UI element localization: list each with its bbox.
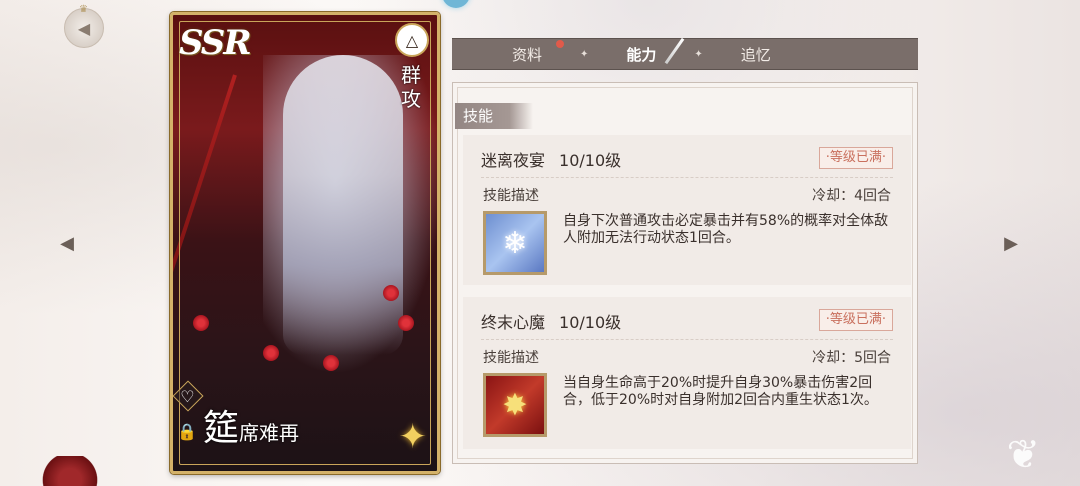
- notification-dot: [556, 39, 564, 48]
- rarity-badge: SSR: [179, 23, 252, 63]
- skills-panel: 技能 迷离夜宴 10/10级 ·等级已满· 技能描述 冷却：4回合 ❄ 自身下次…: [452, 82, 918, 464]
- tab-bar: 资料 ✦ 能力 ✦ 追忆: [452, 37, 918, 70]
- divider: [481, 177, 893, 178]
- tab-memory[interactable]: 追忆: [703, 44, 809, 65]
- crown-icon: ♛: [79, 4, 88, 15]
- butterfly-icon: ❦: [1006, 432, 1040, 478]
- sparkle-star-icon: ✦: [398, 417, 428, 457]
- skill-name: 迷离夜宴: [481, 151, 546, 170]
- skill-desc-label: 技能描述: [483, 188, 539, 204]
- next-arrow-icon[interactable]: ▶: [996, 228, 1026, 258]
- skill-description: 当自身生命高于20%时提升自身30%暴击伤害2回合，低于20%时对自身附加2回合…: [563, 375, 878, 408]
- prev-arrow-icon[interactable]: ◀: [52, 228, 82, 258]
- section-title: 技能: [455, 103, 534, 129]
- card-name-first-char: 筵: [203, 408, 240, 449]
- skill-level: 10/10级: [559, 313, 622, 332]
- max-level-badge: ·等级已满·: [818, 147, 893, 169]
- skill-header: 终末心魔 10/10级: [481, 309, 621, 333]
- ice-crystal-icon[interactable]: ❄: [483, 211, 547, 275]
- skill-cooldown: 冷却：4回合: [812, 188, 891, 204]
- skill-name: 终末心魔: [481, 313, 546, 332]
- attack-type-label: 群攻: [401, 63, 421, 111]
- rose-decoration: [40, 456, 100, 486]
- card-type-icon[interactable]: △: [395, 23, 429, 57]
- skill-header: 迷离夜宴 10/10级: [481, 147, 621, 171]
- skill-card: 终末心魔 10/10级 ·等级已满· 技能描述 冷却：5回合 ✸ 当自身生命高于…: [463, 297, 911, 449]
- tab-separator: ✦: [580, 48, 589, 60]
- quill-icon: [665, 37, 685, 64]
- tab-profile[interactable]: 资料: [474, 39, 580, 65]
- max-level-badge: ·等级已满·: [818, 309, 893, 331]
- back-button[interactable]: ♛ ◀: [60, 4, 108, 48]
- lock-icon[interactable]: 🔒: [177, 422, 197, 441]
- tab-ability[interactable]: 能力: [588, 37, 694, 65]
- skill-cooldown: 冷却：5回合: [812, 350, 891, 366]
- skill-desc-label: 技能描述: [483, 350, 539, 366]
- skill-description: 自身下次普通攻击必定暴击并有58%的概率对全体敌人附加无法行动状态1回合。: [563, 213, 889, 246]
- divider: [481, 339, 893, 340]
- card-name-rest: 席难再: [239, 421, 300, 445]
- tab-separator: ✦: [694, 48, 703, 60]
- skill-level: 10/10级: [559, 151, 622, 170]
- card-name: 筵 席难再: [203, 399, 299, 451]
- sparkle-burst-icon[interactable]: ✸: [483, 373, 547, 437]
- skill-card: 迷离夜宴 10/10级 ·等级已满· 技能描述 冷却：4回合 ❄ 自身下次普通攻…: [463, 135, 911, 285]
- character-card[interactable]: SSR △ 群攻 ♡ 🔒 筵 席难再 ✦: [170, 12, 440, 474]
